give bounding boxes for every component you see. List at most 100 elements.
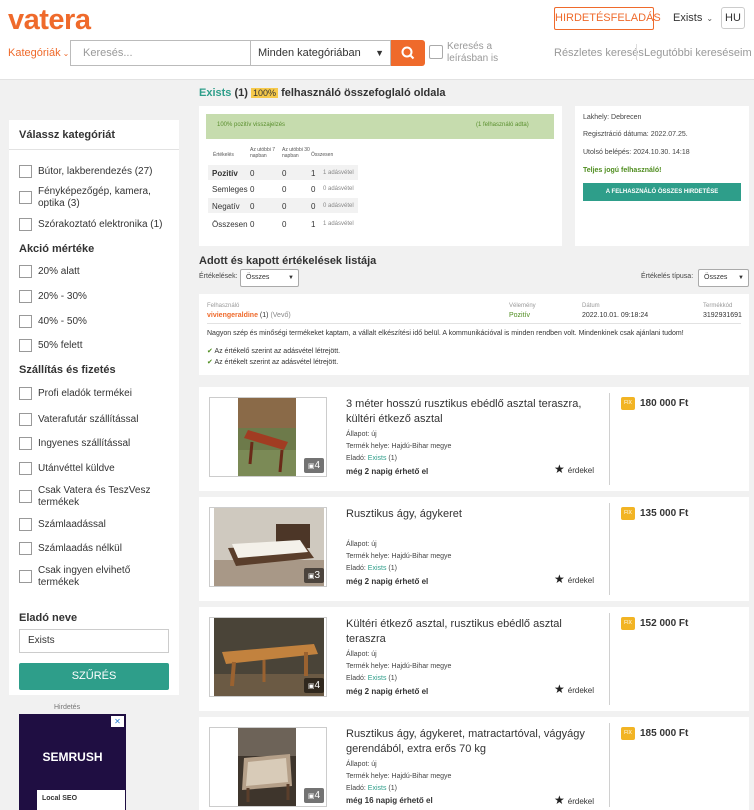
- category-select[interactable]: Minden kategóriában ▼: [250, 40, 391, 66]
- discount-filter-title: Akció mértéke: [19, 243, 95, 255]
- shipping-checkbox[interactable]: [19, 542, 32, 555]
- listing-item[interactable]: ▣4 Rusztikus ágy, ágykeret, matractartóv…: [199, 717, 749, 810]
- watch-button[interactable]: ★ érdekel: [554, 572, 594, 586]
- row-label: Összesen: [212, 220, 248, 229]
- listing-title[interactable]: Rusztikus ágy, ágykeret, matractartóval,…: [346, 727, 591, 757]
- discount-checkbox[interactable]: [19, 265, 32, 278]
- discount-option[interactable]: 20% - 30%: [38, 291, 87, 303]
- watch-label: érdekel: [567, 466, 595, 475]
- shipping-option[interactable]: Számlaadással: [38, 519, 106, 531]
- listing-title[interactable]: Rusztikus ágy, ágykeret: [346, 507, 591, 522]
- advanced-search-link[interactable]: Részletes keresés: [554, 47, 644, 59]
- positive-feedback-bar: 100% pozitív visszajelzés (1 felhasználó…: [206, 114, 554, 139]
- row-label: Negatív: [212, 202, 240, 211]
- row-link[interactable]: 1 adásvétel: [323, 221, 354, 227]
- search-input[interactable]: Keresés...: [70, 40, 250, 66]
- category-select-value: Minden kategóriában: [258, 47, 361, 59]
- shipping-option[interactable]: Számlaadás nélkül: [38, 543, 122, 555]
- star-icon: ★: [554, 682, 565, 696]
- listing-seller-link[interactable]: Exists: [368, 455, 387, 462]
- seller-name-input[interactable]: Exists: [19, 629, 169, 653]
- listing-seller-count: (1): [386, 785, 397, 792]
- fix-price-badge: FIX: [621, 727, 635, 740]
- row-link[interactable]: 1 adásvétel: [323, 170, 354, 176]
- listing-item[interactable]: ▣3 Rusztikus ágy, ágykeret Állapot: új T…: [199, 497, 749, 601]
- fix-price-badge: FIX: [621, 617, 635, 630]
- listing-thumbnail[interactable]: ▣4: [209, 617, 327, 697]
- listing-seller-link[interactable]: Exists: [368, 785, 387, 792]
- ad-text: Local SEO: [37, 790, 125, 810]
- discount-checkbox[interactable]: [19, 290, 32, 303]
- row-link[interactable]: 0 adásvétel: [323, 186, 354, 192]
- reviews-filter-select[interactable]: Összes ▼: [240, 269, 299, 287]
- positive-feedback-text: 100% pozitív visszajelzés: [217, 122, 286, 128]
- discount-option[interactable]: 40% - 50%: [38, 316, 87, 328]
- location-info: Lakhely: Debrecen: [583, 114, 641, 121]
- discount-option[interactable]: 20% alatt: [38, 266, 80, 278]
- category-option[interactable]: Bútor, lakberendezés (27): [38, 166, 168, 178]
- watch-button[interactable]: ★ érdekel: [554, 793, 594, 807]
- listing-title[interactable]: 3 méter hosszú rusztikus ebédlő asztal t…: [346, 397, 591, 427]
- shipping-option[interactable]: Csak Vatera és TeszVesz termékek: [38, 485, 158, 509]
- divider: [609, 613, 610, 705]
- location-value: Debrecen: [611, 114, 642, 121]
- shipping-checkbox[interactable]: [19, 462, 32, 475]
- shipping-checkbox[interactable]: [19, 413, 32, 426]
- review-user-link[interactable]: viviengeraldine: [207, 312, 258, 319]
- listing-thumbnail[interactable]: ▣4: [209, 397, 327, 477]
- top-bar: vatera HIRDETÉSFELADÁS Exists ⌄ HU Kategó…: [0, 0, 754, 80]
- review-check: ✔ Az értékelt szerint az adásvétel létre…: [207, 358, 338, 366]
- listing-item[interactable]: ▣4 3 méter hosszú rusztikus ebédlő aszta…: [199, 387, 749, 491]
- shipping-option[interactable]: Vaterafutár szállítással: [38, 414, 138, 426]
- vatera-logo[interactable]: vatera: [8, 4, 91, 37]
- listing-seller-link[interactable]: Exists: [368, 675, 387, 682]
- search-button[interactable]: [391, 40, 425, 66]
- listing-state: Állapot: új: [346, 431, 377, 438]
- row-link[interactable]: 0 adásvétel: [323, 203, 354, 209]
- discount-checkbox[interactable]: [19, 315, 32, 328]
- watch-button[interactable]: ★ érdekel: [554, 682, 594, 696]
- listing-item[interactable]: ▣4 Kültéri étkező asztal, rusztikus ebéd…: [199, 607, 749, 711]
- photo-count-value: 3: [314, 570, 321, 581]
- listing-price: 135 000 Ft: [640, 508, 689, 519]
- discount-option[interactable]: 50% felett: [38, 340, 82, 352]
- review-type-select[interactable]: Összes ▼: [698, 269, 749, 287]
- shipping-checkbox[interactable]: [19, 518, 32, 531]
- shipping-checkbox[interactable]: [19, 570, 32, 583]
- language-button[interactable]: HU: [721, 7, 745, 29]
- row-label: Semleges: [212, 185, 248, 194]
- watch-button[interactable]: ★ érdekel: [554, 462, 594, 476]
- user-menu[interactable]: Exists ⌄: [673, 12, 713, 24]
- recent-searches-link[interactable]: Legutóbbi kereséseim: [644, 47, 752, 59]
- search-description-checkbox[interactable]: [429, 45, 443, 59]
- categories-menu[interactable]: Kategóriák ⌄: [8, 47, 69, 59]
- chevron-down-icon: ▼: [375, 48, 384, 58]
- shipping-checkbox[interactable]: [19, 387, 32, 400]
- shipping-checkbox[interactable]: [19, 490, 32, 503]
- review-product-code[interactable]: 3192931691: [703, 312, 742, 319]
- ad-close-icon[interactable]: ✕: [111, 716, 124, 727]
- divider: [609, 393, 610, 485]
- review-user-role: (Vevő): [270, 312, 291, 319]
- title-count: (1): [234, 87, 248, 99]
- shipping-option[interactable]: Utánvéttel küldve: [38, 463, 115, 475]
- category-checkbox[interactable]: [19, 191, 32, 204]
- listing-thumbnail[interactable]: ▣4: [209, 727, 327, 807]
- category-option[interactable]: Szórakoztató elektronika (1): [38, 219, 168, 231]
- category-checkbox[interactable]: [19, 165, 32, 178]
- shipping-option[interactable]: Csak ingyen elvihető termékek: [38, 565, 138, 589]
- filter-button[interactable]: SZŰRÉS: [19, 663, 169, 690]
- shipping-checkbox[interactable]: [19, 437, 32, 450]
- shipping-option[interactable]: Profi eladók termékei: [38, 388, 132, 400]
- listing-state: Állapot: új: [346, 761, 377, 768]
- category-checkbox[interactable]: [19, 218, 32, 231]
- shipping-option[interactable]: Ingyenes szállítással: [38, 438, 130, 450]
- listing-thumbnail[interactable]: ▣3: [209, 507, 327, 587]
- star-icon: ★: [554, 462, 565, 476]
- category-option[interactable]: Fényképezőgép, kamera, optika (3): [38, 186, 158, 210]
- all-ads-button[interactable]: A FELHASZNÁLÓ ÖSSZES HIRDETÉSE: [583, 183, 741, 201]
- listing-title[interactable]: Kültéri étkező asztal, rusztikus ebédlő …: [346, 617, 591, 647]
- listing-seller-link[interactable]: Exists: [368, 565, 387, 572]
- discount-checkbox[interactable]: [19, 339, 32, 352]
- post-ad-button[interactable]: HIRDETÉSFELADÁS: [554, 7, 661, 30]
